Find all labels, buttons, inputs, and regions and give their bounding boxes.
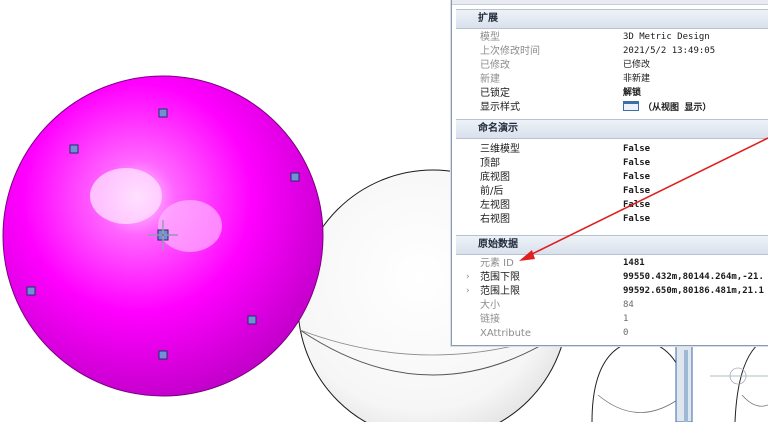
property-label: 模型 <box>480 32 500 43</box>
property-value[interactable]: 0 <box>623 327 768 340</box>
property-value[interactable]: （从视图 显示） <box>623 101 768 115</box>
property-value[interactable]: 84 <box>623 299 768 312</box>
handle <box>69 144 79 154</box>
property-label: 显示样式 <box>480 102 520 113</box>
property-label: 元素 ID <box>480 258 514 269</box>
property-label: 左视图 <box>480 200 510 211</box>
property-label: 顶部 <box>480 158 500 169</box>
background-sphere-right[interactable] <box>591 339 691 422</box>
property-row[interactable]: 新建 非新建 <box>456 73 768 86</box>
viewport-edge-inner <box>684 350 688 422</box>
property-value[interactable]: 99592.650m,80186.481m,21.1 <box>623 285 768 298</box>
property-value-text: （从视图 显示） <box>643 103 712 113</box>
handle <box>290 172 300 182</box>
property-value[interactable]: False <box>623 171 768 184</box>
property-value[interactable]: 99550.432m,80144.264m,-21. <box>623 271 768 284</box>
property-label: 底视图 <box>480 172 510 183</box>
section-raw-data[interactable]: 原始数据 <box>456 235 768 255</box>
property-row[interactable]: XAttribute 0 <box>456 327 768 340</box>
property-row[interactable]: 左视图 False <box>456 199 768 212</box>
handle <box>158 350 168 360</box>
property-row[interactable]: 右视图 False <box>456 213 768 226</box>
property-label: 已修改 <box>480 60 510 71</box>
section-named-presentation[interactable]: 命名演示 <box>456 119 768 139</box>
property-row[interactable]: 元素 ID 1481 <box>456 257 768 270</box>
property-label: 范围下限 <box>480 272 520 283</box>
property-value[interactable]: False <box>623 143 768 156</box>
background-sphere-far-right[interactable] <box>734 337 768 422</box>
property-row[interactable]: 模型 3D Metric Design <box>456 31 768 44</box>
property-value[interactable]: False <box>623 213 768 226</box>
property-value[interactable]: 2021/5/2 13:49:05 <box>623 45 768 58</box>
property-row[interactable]: › 范围下限 99550.432m,80144.264m,-21. <box>456 271 768 284</box>
property-value[interactable]: 1 <box>623 313 768 326</box>
property-label: 大小 <box>480 300 500 311</box>
handle <box>26 286 36 296</box>
handle <box>158 108 168 118</box>
property-value[interactable]: 1481 <box>623 257 768 270</box>
section-extension[interactable]: 扩展 <box>456 9 768 29</box>
property-label: XAttribute <box>480 328 532 339</box>
property-label: 范围上限 <box>480 286 520 297</box>
property-label: 新建 <box>480 74 500 85</box>
property-row[interactable]: 上次修改时间 2021/5/2 13:49:05 <box>456 45 768 58</box>
property-value[interactable]: 解锁 <box>623 87 768 100</box>
property-value[interactable]: False <box>623 185 768 198</box>
property-row[interactable]: 已修改 已修改 <box>456 59 768 72</box>
property-label: 已锁定 <box>480 88 510 99</box>
property-value[interactable]: 3D Metric Design <box>623 31 768 44</box>
panel-top-strip <box>452 0 768 5</box>
property-label: 上次修改时间 <box>480 46 540 57</box>
property-row[interactable]: 底视图 False <box>456 171 768 184</box>
property-row[interactable]: 显示样式 （从视图 显示） <box>456 101 768 114</box>
property-row[interactable]: 大小 84 <box>456 299 768 312</box>
property-row[interactable]: › 范围上限 99592.650m,80186.481m,21.1 <box>456 285 768 298</box>
property-label: 前/后 <box>480 186 504 197</box>
chevron-right-icon[interactable]: › <box>466 285 470 298</box>
property-value[interactable]: 非新建 <box>623 73 768 86</box>
property-label: 右视图 <box>480 214 510 225</box>
property-label: 三维模型 <box>480 144 520 155</box>
property-value[interactable]: 已修改 <box>623 59 768 72</box>
property-row[interactable]: 前/后 False <box>456 185 768 198</box>
property-row[interactable]: 顶部 False <box>456 157 768 170</box>
handle <box>247 315 257 325</box>
window-icon <box>623 101 639 111</box>
property-row[interactable]: 已锁定 解锁 <box>456 87 768 100</box>
property-row[interactable]: 链接 1 <box>456 313 768 326</box>
properties-panel[interactable]: 扩展 模型 3D Metric Design 上次修改时间 2021/5/2 13:4… <box>451 0 768 346</box>
chevron-right-icon[interactable]: › <box>466 271 470 284</box>
property-row[interactable]: 三维模型 False <box>456 143 768 156</box>
property-value[interactable]: False <box>623 157 768 170</box>
property-value[interactable]: False <box>623 199 768 212</box>
property-label: 链接 <box>480 314 500 325</box>
